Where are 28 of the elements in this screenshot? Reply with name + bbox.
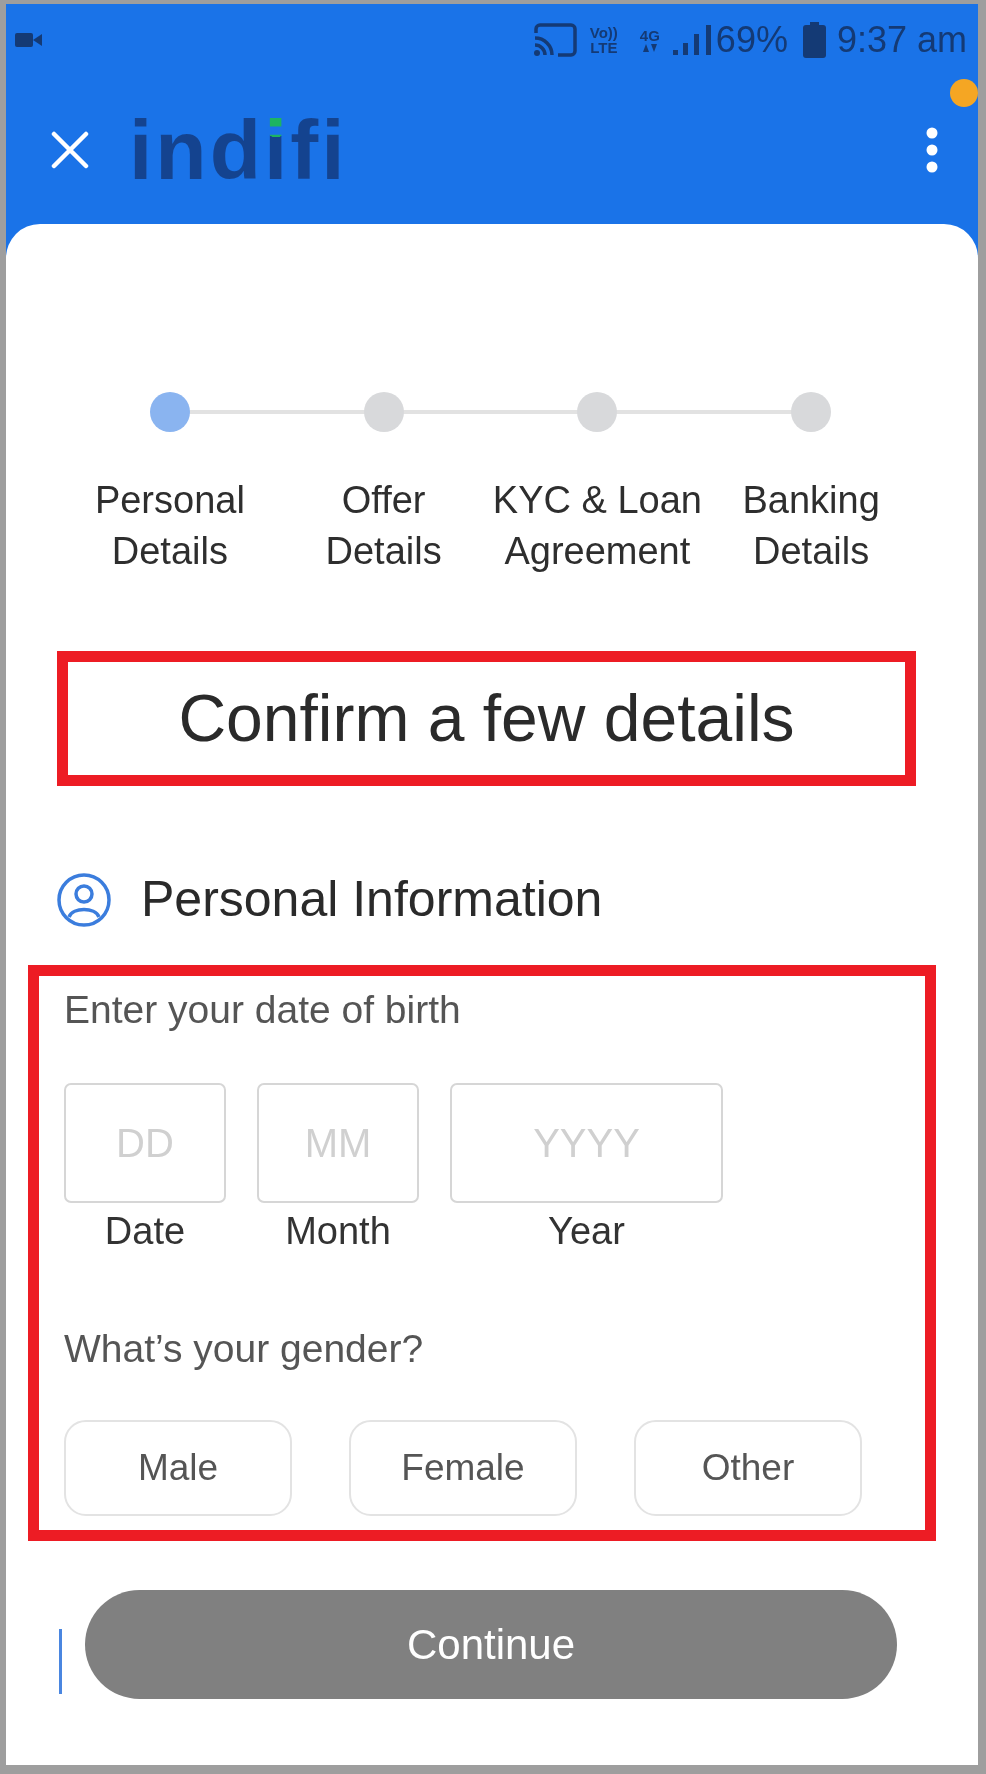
field-label: Enter your date of birth	[64, 988, 462, 1032]
field-caption: Date	[104, 1211, 186, 1251]
user-icon	[57, 872, 111, 927]
battery-percentage: 69%	[715, 19, 788, 60]
field-label: What’s your gender?	[64, 1327, 425, 1371]
cast-icon	[531, 22, 577, 57]
step-label: Personal Details	[94, 478, 245, 574]
text-cursor	[59, 1629, 62, 1694]
data-arrows-icon	[642, 43, 657, 52]
page-title: Confirm a few details	[178, 679, 795, 757]
step-label: Offer Details	[325, 478, 442, 574]
indicator-dot-icon	[950, 79, 978, 107]
more-options-icon[interactable]	[926, 126, 938, 173]
video-camera-icon	[15, 31, 42, 48]
volte-indicator: Vo)) LTE	[589, 24, 618, 55]
status-time: 9:37 am	[836, 19, 967, 60]
gender-option[interactable]: Male	[64, 1420, 292, 1516]
battery-icon	[802, 21, 826, 58]
network-type-label: 4G	[639, 27, 660, 44]
step-label: KYC & Loan Agreement	[492, 478, 702, 574]
close-icon[interactable]	[51, 130, 89, 169]
step-label: Banking Details	[742, 478, 880, 574]
gender-option[interactable]: Female	[349, 1420, 577, 1516]
gender-option[interactable]: Other	[634, 1420, 862, 1516]
field-caption: Year	[548, 1211, 625, 1251]
signal-icon	[672, 24, 713, 55]
section-title: Personal Information	[141, 872, 603, 927]
field-caption: Month	[285, 1211, 391, 1251]
